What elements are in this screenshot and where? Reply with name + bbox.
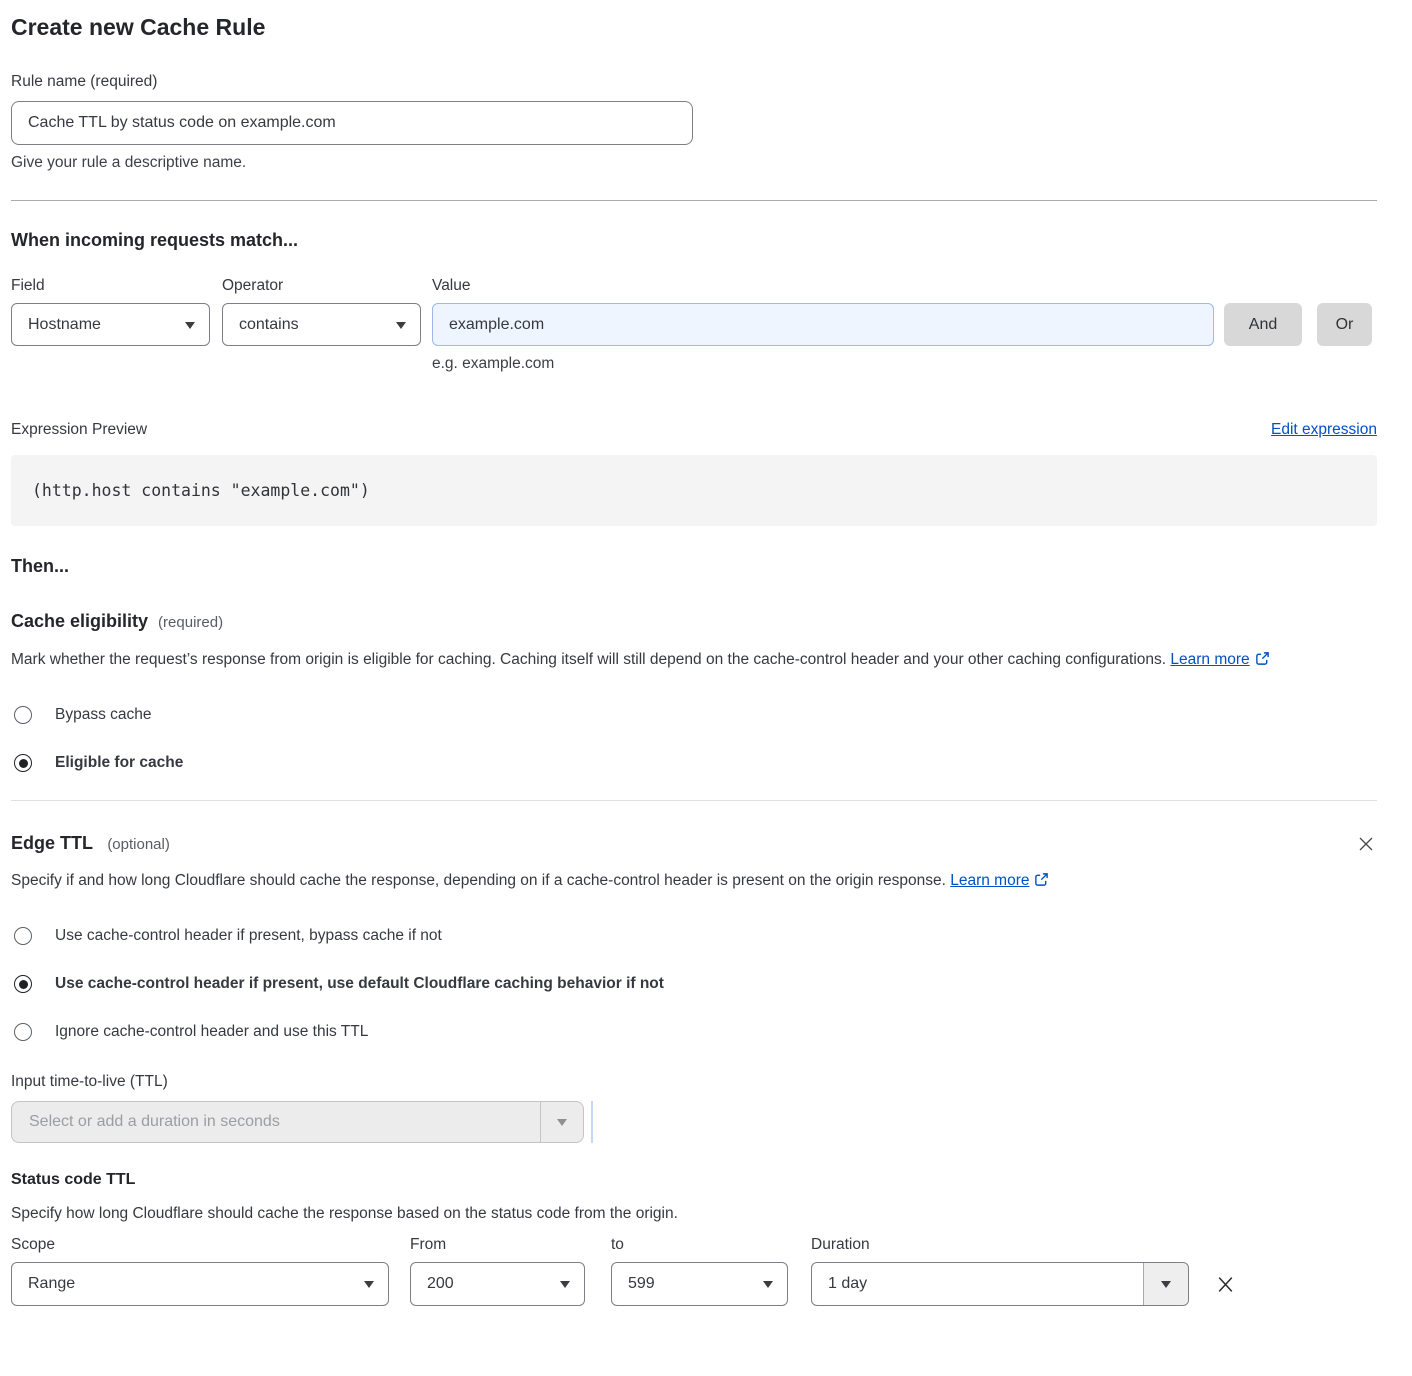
- match-section-heading: When incoming requests match...: [11, 230, 1377, 251]
- rule-name-input[interactable]: [11, 101, 693, 145]
- chevron-down-icon: [185, 322, 195, 329]
- status-code-labels-row: Scope From to Duration: [11, 1236, 1377, 1254]
- radio-eligible-for-cache[interactable]: Eligible for cache: [11, 754, 1377, 772]
- expression-code-block: (http.host contains "example.com"): [11, 455, 1377, 526]
- radio-use-header-bypass[interactable]: Use cache-control header if present, byp…: [11, 927, 1377, 945]
- match-controls-row: Hostname contains And Or: [11, 303, 1377, 346]
- radio-selected-icon: [14, 975, 32, 993]
- radio-label: Eligible for cache: [55, 754, 183, 772]
- ttl-select-arrow-box: [540, 1102, 583, 1142]
- radio-icon: [14, 706, 32, 724]
- value-input[interactable]: [432, 303, 1214, 346]
- field-select-value: Hostname: [28, 316, 101, 334]
- edge-ttl-description: Specify if and how long Cloudflare shoul…: [11, 867, 1111, 897]
- close-icon: [1215, 1283, 1236, 1298]
- radio-label: Use cache-control header if present, use…: [55, 975, 664, 993]
- ttl-input-label: Input time-to-live (TTL): [11, 1073, 1377, 1091]
- chevron-down-icon: [1161, 1281, 1171, 1288]
- section-divider: [11, 200, 1377, 201]
- rule-name-helper: Give your rule a descriptive name.: [11, 154, 1377, 172]
- and-button[interactable]: And: [1224, 303, 1302, 346]
- chevron-down-icon: [364, 1281, 374, 1288]
- radio-selected-icon: [14, 754, 32, 772]
- chevron-down-icon: [560, 1281, 570, 1288]
- ttl-input-caret: [591, 1101, 593, 1143]
- radio-label: Ignore cache-control header and use this…: [55, 1023, 368, 1041]
- value-hint: e.g. example.com: [11, 355, 1377, 373]
- close-icon: [1357, 841, 1375, 856]
- duration-select-value: 1 day: [828, 1275, 867, 1293]
- operator-select[interactable]: contains: [222, 303, 421, 346]
- edge-ttl-heading: Edge TTL: [11, 833, 93, 853]
- expression-code: (http.host contains "example.com"): [32, 481, 370, 500]
- cache-eligibility-description: Mark whether the request’s response from…: [11, 646, 1377, 676]
- ttl-select-wrap: Select or add a duration in seconds: [11, 1101, 1377, 1143]
- external-link-icon: [1255, 648, 1270, 676]
- to-select[interactable]: 599: [611, 1262, 788, 1306]
- scope-select-value: Range: [28, 1275, 75, 1293]
- radio-ignore-header-use-ttl[interactable]: Ignore cache-control header and use this…: [11, 1023, 1377, 1041]
- cache-eligibility-heading: Cache eligibility: [11, 611, 148, 632]
- cache-eligibility-qualifier: (required): [158, 614, 223, 631]
- duration-select-arrow-box: [1143, 1263, 1188, 1305]
- edge-ttl-qualifier: (optional): [107, 836, 170, 853]
- scope-label: Scope: [11, 1236, 410, 1254]
- section-divider: [11, 800, 1377, 801]
- edge-ttl-heading-group: Edge TTL (optional): [11, 833, 170, 854]
- radio-icon: [14, 927, 32, 945]
- operator-label: Operator: [222, 277, 432, 295]
- radio-icon: [14, 1023, 32, 1041]
- cache-eligibility-description-text: Mark whether the request’s response from…: [11, 651, 1166, 668]
- edit-expression-link[interactable]: Edit expression: [1271, 421, 1377, 439]
- ttl-duration-select-disabled: Select or add a duration in seconds: [11, 1101, 584, 1143]
- chevron-down-icon: [557, 1119, 567, 1126]
- radio-bypass-cache[interactable]: Bypass cache: [11, 706, 1377, 724]
- or-button[interactable]: Or: [1317, 303, 1372, 346]
- duration-select[interactable]: 1 day: [811, 1262, 1189, 1306]
- cache-eligibility-heading-row: Cache eligibility (required): [11, 611, 1377, 632]
- create-cache-rule-form: Create new Cache Rule Rule name (require…: [0, 0, 1412, 1336]
- chevron-down-icon: [763, 1281, 773, 1288]
- from-select-value: 200: [427, 1275, 454, 1293]
- expression-preview-label: Expression Preview: [11, 421, 147, 439]
- edge-ttl-heading-row: Edge TTL (optional): [11, 833, 1377, 855]
- radio-label: Use cache-control header if present, byp…: [55, 927, 442, 945]
- to-select-value: 599: [628, 1275, 655, 1293]
- radio-label: Bypass cache: [55, 706, 152, 724]
- chevron-down-icon: [396, 322, 406, 329]
- edge-ttl-close-button[interactable]: [1355, 833, 1377, 855]
- from-label: From: [410, 1236, 611, 1254]
- status-code-ttl-description: Specify how long Cloudflare should cache…: [11, 1205, 1377, 1223]
- external-link-icon: [1034, 869, 1049, 897]
- field-label: Field: [11, 277, 222, 295]
- status-code-ttl-heading: Status code TTL: [11, 1171, 1377, 1189]
- scope-select[interactable]: Range: [11, 1262, 389, 1306]
- to-label: to: [611, 1236, 811, 1254]
- duration-label: Duration: [811, 1236, 870, 1254]
- edge-ttl-description-text: Specify if and how long Cloudflare shoul…: [11, 872, 946, 889]
- value-label: Value: [432, 277, 471, 295]
- operator-select-value: contains: [239, 316, 299, 334]
- rule-name-label: Rule name (required): [11, 73, 1377, 91]
- status-code-controls-row: Range 200 599 1 day: [11, 1262, 1377, 1306]
- ttl-select-placeholder: Select or add a duration in seconds: [12, 1113, 280, 1131]
- cache-eligibility-learn-more-link[interactable]: Learn more: [1170, 651, 1249, 668]
- edge-ttl-learn-more-link[interactable]: Learn more: [950, 872, 1029, 889]
- match-labels-row: Field Operator Value: [11, 277, 1377, 295]
- from-select[interactable]: 200: [410, 1262, 585, 1306]
- expression-preview-row: Expression Preview Edit expression: [11, 421, 1377, 439]
- page-title: Create new Cache Rule: [11, 14, 1377, 41]
- radio-use-header-default[interactable]: Use cache-control header if present, use…: [11, 975, 1377, 993]
- field-select[interactable]: Hostname: [11, 303, 210, 346]
- delete-status-code-row-button[interactable]: [1213, 1272, 1238, 1297]
- then-heading: Then...: [11, 556, 1377, 577]
